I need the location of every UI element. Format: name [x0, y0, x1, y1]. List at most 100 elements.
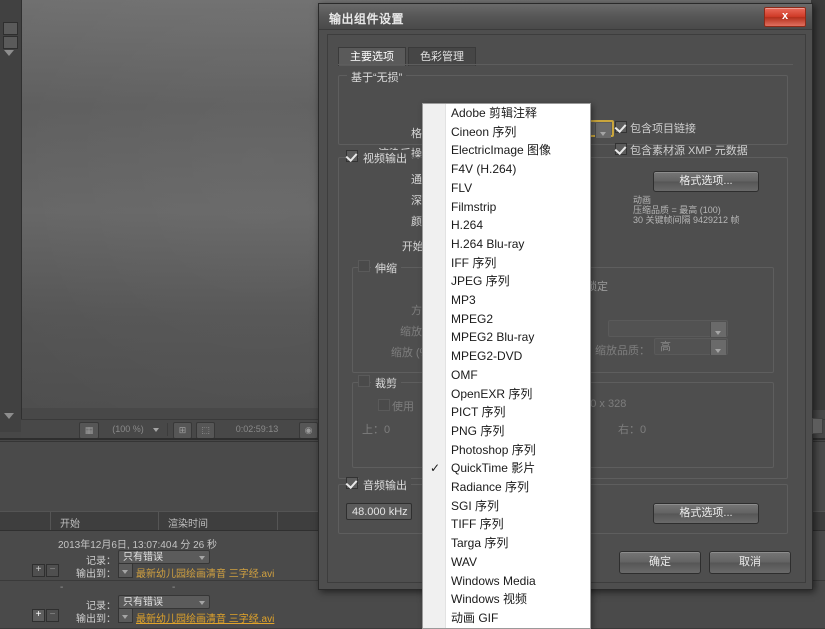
dropdown-option[interactable]: WAV: [423, 553, 590, 572]
dropdown-option[interactable]: MPEG2: [423, 310, 590, 329]
audio-output-group-title: 音频输出: [359, 477, 411, 493]
based-on-group-title: 基于“无损”: [347, 69, 407, 85]
dropdown-option[interactable]: OpenEXR 序列: [423, 385, 590, 404]
dropdown-option[interactable]: Photoshop 序列: [423, 441, 590, 460]
dropdown-option[interactable]: Radiance 序列: [423, 478, 590, 497]
cancel-button[interactable]: 取消: [709, 551, 791, 574]
dropdown-option[interactable]: Cineon 序列: [423, 123, 590, 142]
crop-checkbox[interactable]: [358, 375, 370, 387]
tabs-underline: [338, 64, 793, 65]
dropdown-option[interactable]: MP3: [423, 291, 590, 310]
viewer-safe-zones-icon[interactable]: ⊞: [173, 422, 192, 439]
row2-output-dropdown-icon[interactable]: [118, 608, 133, 623]
dropdown-option[interactable]: FLV: [423, 179, 590, 198]
resize-preset-select[interactable]: [608, 320, 728, 337]
dropdown-option[interactable]: H.264: [423, 216, 590, 235]
row2-output-file[interactable]: 最新幼儿园绘画清音 三字经.avi: [136, 610, 274, 625]
dropdown-option[interactable]: Adobe 剪辑注释: [423, 104, 590, 123]
crop-use-checkbox[interactable]: [378, 399, 390, 411]
composition-right-edge: [811, 0, 825, 410]
dropdown-option[interactable]: Windows Media: [423, 572, 590, 591]
row2-output-label: 输出到：: [76, 614, 116, 625]
viewer-timecode[interactable]: 0:02:59:13: [221, 423, 293, 436]
ok-button[interactable]: 确定: [619, 551, 701, 574]
crop-right-label: 右：0: [618, 424, 647, 436]
dialog-tabs: 主要选项 色彩管理: [338, 47, 478, 66]
dropdown-option[interactable]: MPEG2-DVD: [423, 347, 590, 366]
scale-quality-chevron-down-icon[interactable]: [710, 340, 726, 355]
row1-output-file[interactable]: 最新幼儿园绘画清音 三字经.avi: [136, 565, 274, 580]
screen-root: ▦ (100 %) ⊞ ⬚ 0:02:59:13 ◉ ▲ (全屏) 开始 渲染时…: [0, 0, 825, 629]
dropdown-option[interactable]: ElectricImage 图像: [423, 141, 590, 160]
row1-render-time: 4 分 26 秒: [172, 540, 218, 551]
scale-quality-select[interactable]: 高: [654, 338, 728, 355]
panel-scrollbar[interactable]: [812, 418, 823, 434]
dropdown-option[interactable]: MPEG2 Blu-ray: [423, 328, 590, 347]
left-tool-rail: [0, 0, 22, 432]
crop-top-label: 上：0: [362, 424, 391, 436]
rail-icon-2[interactable]: [3, 36, 18, 49]
dialog-title: 输出组件设置: [329, 12, 405, 26]
row1-output-dropdown-icon[interactable]: [118, 563, 133, 578]
dropdown-option[interactable]: PICT 序列: [423, 403, 590, 422]
dropdown-option[interactable]: Targa 序列: [423, 534, 590, 553]
viewer-sep-1: [167, 423, 168, 436]
crop-use-label: 使用: [392, 401, 414, 413]
row1-output-label: 输出到：: [76, 569, 116, 580]
dropdown-option[interactable]: H.264 Blu-ray: [423, 235, 590, 254]
dropdown-selected-check-icon: ✓: [429, 461, 441, 476]
video-output-checkbox[interactable]: [346, 150, 358, 162]
include-xmp-label: 包含素材源 XMP 元数据: [630, 145, 748, 157]
rail-chevron-icon[interactable]: [4, 50, 14, 56]
dropdown-option[interactable]: 动画 GIF: [423, 609, 590, 628]
dropdown-option[interactable]: SGI 序列: [423, 497, 590, 516]
row1-log-combo[interactable]: 只有错误: [118, 550, 210, 564]
viewer-zoom-level[interactable]: (100 %): [103, 423, 153, 436]
video-format-options-button[interactable]: 格式选项...: [653, 171, 759, 192]
row1-add-output-button[interactable]: +: [32, 564, 45, 577]
rail-chevron-down-icon[interactable]: [4, 413, 14, 419]
dropdown-option[interactable]: JPEG 序列: [423, 272, 590, 291]
viewer-mask-icon[interactable]: ⬚: [196, 422, 215, 439]
audio-output-checkbox[interactable]: [346, 477, 358, 489]
close-icon[interactable]: x: [764, 7, 806, 27]
row2-log-value: 只有错误: [123, 597, 163, 608]
row1-log-value: 只有错误: [123, 552, 163, 563]
format-dropdown-list[interactable]: Adobe 剪辑注释 Cineon 序列 ElectricImage 图像 F4V (…: [422, 103, 591, 629]
resize-preset-chevron-down-icon[interactable]: [710, 322, 726, 337]
scale-quality-value: 高: [660, 341, 671, 353]
audio-sample-rate-value: 48.000 kHz: [352, 506, 408, 518]
row1-started: 2013年12月6日, 13:07:40: [58, 540, 172, 551]
row2-log-combo[interactable]: 只有错误: [118, 595, 210, 609]
column-sep-3: [277, 512, 278, 530]
resize-group-title: 伸缩: [371, 260, 401, 276]
resize-checkbox[interactable]: [358, 260, 370, 272]
dropdown-option[interactable]: IFF 序列: [423, 254, 590, 273]
audio-sample-rate-select[interactable]: 48.000 kHz: [346, 503, 412, 520]
dropdown-option[interactable]: TIFF 序列: [423, 515, 590, 534]
dropdown-option[interactable]: F4V (H.264): [423, 160, 590, 179]
audio-format-options-button[interactable]: 格式选项...: [653, 503, 759, 524]
dropdown-option[interactable]: QuickTime 影片: [423, 459, 590, 478]
rail-icon-1[interactable]: [3, 22, 18, 35]
include-xmp-checkbox[interactable]: [615, 143, 627, 155]
include-project-link-checkbox[interactable]: [615, 121, 627, 133]
dropdown-option[interactable]: Windows 视频: [423, 590, 590, 609]
dropdown-option[interactable]: PNG 序列: [423, 422, 590, 441]
codec-info-text: 动画 压缩品质 = 最高 (100) 30 关键帧间隔 9429212 帧: [633, 195, 740, 225]
dropdown-items: Adobe 剪辑注释 Cineon 序列 ElectricImage 图像 F4V (…: [423, 104, 590, 628]
row2-started: -: [60, 582, 64, 593]
format-select-chevron-down-icon[interactable]: [595, 123, 611, 138]
column-sep-1: [50, 512, 51, 530]
crop-group-title: 裁剪: [371, 375, 401, 391]
viewer-zoom-dropdown-icon[interactable]: [153, 423, 159, 436]
dropdown-option[interactable]: Filmstrip: [423, 198, 590, 217]
column-header-start: 开始: [60, 519, 80, 530]
include-project-link-label: 包含项目链接: [630, 123, 696, 135]
dropdown-option[interactable]: OMF: [423, 366, 590, 385]
viewer-snapshot-icon[interactable]: ◉: [299, 422, 318, 439]
dialog-title-bar[interactable]: 输出组件设置 x: [319, 4, 812, 30]
video-output-group-title: 视频输出: [359, 150, 411, 166]
row2-add-output-button[interactable]: +: [32, 609, 45, 622]
viewer-grid-icon[interactable]: ▦: [79, 422, 99, 439]
